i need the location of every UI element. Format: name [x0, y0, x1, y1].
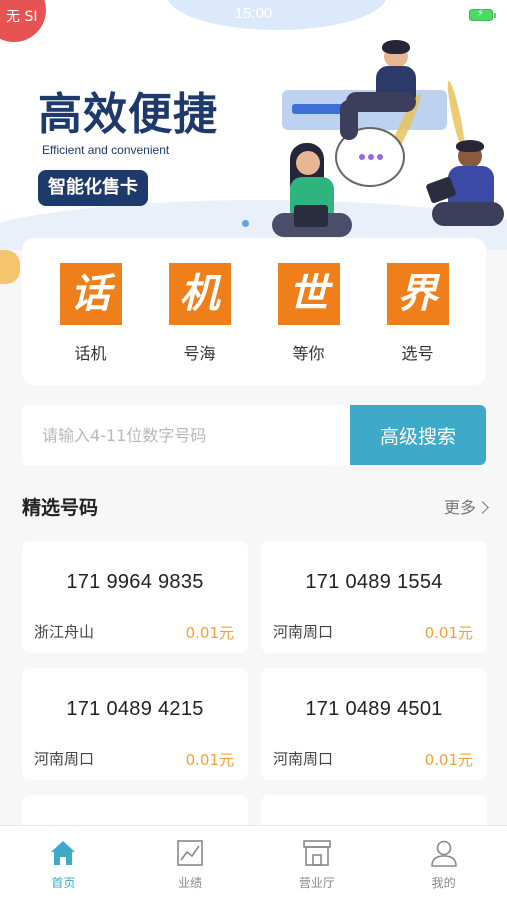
phone-number: 171 0489 4501 — [305, 698, 443, 720]
category-label: 话机 — [74, 344, 107, 363]
person-illustration — [272, 143, 356, 238]
number-search: 高级搜索 — [22, 405, 486, 465]
tab-performance[interactable]: 业绩 — [145, 826, 235, 900]
more-link[interactable]: 更多 — [443, 494, 489, 518]
number-price: 0.01元 — [424, 751, 473, 769]
decorative-shape — [0, 250, 20, 284]
chart-icon — [175, 838, 205, 868]
tab-label: 首页 — [51, 876, 76, 890]
promo-banner[interactable]: 高效便捷 Efficient and convenient 智能化售卡 — [0, 0, 507, 250]
person-illustration — [340, 40, 440, 150]
phone-number: 171 0489 4215 — [66, 698, 204, 720]
home-icon — [48, 838, 78, 868]
status-bar: 无 SI 15:00 ⚡ — [0, 0, 507, 42]
chevron-right-icon — [476, 501, 489, 514]
number-location: 河南周口 — [273, 750, 334, 768]
category-label: 等你 — [292, 344, 325, 363]
category-label: 选号 — [401, 344, 434, 363]
section-title: 精选号码 — [22, 497, 99, 519]
phone-number: 171 0489 1554 — [305, 571, 443, 593]
number-location: 河南周口 — [273, 623, 334, 641]
number-location: 浙江舟山 — [34, 623, 95, 641]
battery-icon: ⚡ — [469, 8, 496, 21]
number-price: 0.01元 — [424, 624, 473, 642]
tab-store[interactable]: 营业厅 — [272, 826, 362, 900]
store-icon — [302, 838, 332, 868]
number-search-input[interactable] — [22, 405, 350, 465]
category-item-haohai[interactable]: 机 号海 — [165, 238, 235, 385]
number-price: 0.01元 — [185, 751, 234, 769]
category-card: 话 话机 机 号海 世 等你 界 选号 — [22, 238, 486, 385]
category-label: 号海 — [183, 344, 216, 363]
number-card[interactable]: 171 0489 4215 河南周口 0.01元 — [22, 668, 248, 780]
phone-number: 171 9964 9835 — [66, 571, 204, 593]
user-icon — [429, 838, 459, 868]
banner-subtitle: Efficient and convenient — [42, 143, 170, 157]
number-location: 河南周口 — [34, 750, 95, 768]
tab-home[interactable]: 首页 — [18, 826, 108, 900]
person-illustration — [418, 140, 507, 235]
number-card[interactable]: 171 0489 4501 河南周口 0.01元 — [261, 668, 487, 780]
bottom-tab-bar: 首页 业绩 营业厅 我的 — [0, 825, 507, 900]
category-shi-icon: 世 — [277, 263, 340, 325]
category-jie-icon: 界 — [386, 263, 449, 325]
category-item-dengni[interactable]: 世 等你 — [274, 238, 344, 385]
number-price: 0.01元 — [185, 624, 234, 642]
number-card[interactable]: 171 9964 9835 浙江舟山 0.01元 — [22, 541, 248, 653]
tab-label: 营业厅 — [298, 876, 335, 890]
banner-title: 高效便捷 — [38, 89, 218, 140]
more-label: 更多 — [443, 498, 476, 517]
tab-label: 我的 — [431, 876, 456, 890]
tab-label: 业绩 — [178, 876, 203, 890]
category-ji-icon: 机 — [168, 263, 231, 325]
carousel-indicator — [242, 212, 253, 231]
category-item-huaji[interactable]: 话 话机 — [56, 238, 126, 385]
status-time: 15:00 — [234, 5, 273, 22]
category-item-xuanhao[interactable]: 界 选号 — [383, 238, 453, 385]
tab-profile[interactable]: 我的 — [399, 826, 489, 900]
advanced-search-button[interactable]: 高级搜索 — [350, 405, 486, 465]
category-hua-icon: 话 — [59, 263, 122, 325]
number-card[interactable]: 171 0489 1554 河南周口 0.01元 — [261, 541, 487, 653]
banner-tag: 智能化售卡 — [38, 170, 148, 206]
